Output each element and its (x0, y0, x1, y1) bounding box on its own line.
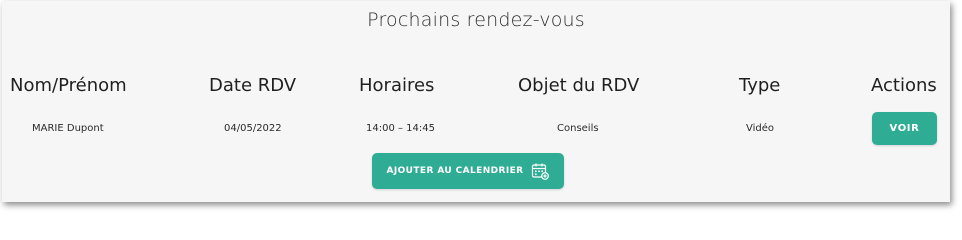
view-button[interactable]: VOIR (872, 112, 937, 145)
appointments-card: Prochains rendez-vous Nom/Prénom Date RD… (2, 1, 950, 202)
cell-type: Vidéo (746, 123, 775, 134)
header-name: Nom/Prénom (10, 75, 127, 96)
add-to-calendar-label: AJOUTER AU CALENDRIER (386, 166, 524, 176)
header-date: Date RDV (209, 75, 297, 96)
cell-hours: 14:00 – 14:45 (366, 123, 435, 134)
cell-name: MARIE Dupont (32, 123, 104, 134)
header-type: Type (739, 75, 781, 96)
calendar-add-icon (531, 162, 550, 180)
header-object: Objet du RDV (518, 75, 640, 96)
header-actions: Actions (871, 75, 937, 96)
header-hours: Horaires (359, 75, 435, 96)
section-title: Prochains rendez-vous (367, 9, 585, 31)
cell-object: Conseils (557, 123, 599, 134)
add-to-calendar-button[interactable]: AJOUTER AU CALENDRIER (372, 153, 564, 189)
cell-date: 04/05/2022 (224, 123, 282, 134)
